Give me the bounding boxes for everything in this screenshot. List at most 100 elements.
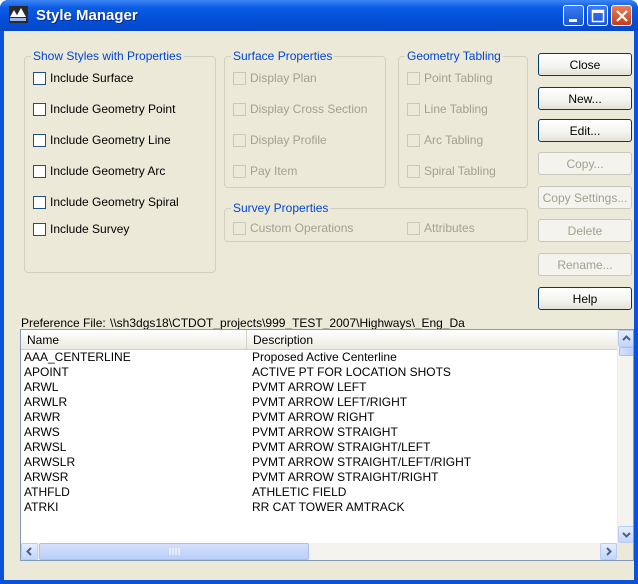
close-window-button[interactable] xyxy=(611,5,632,26)
title-bar[interactable]: Style Manager xyxy=(0,0,638,31)
include-geometry-line-checkbox[interactable]: Include Geometry Line xyxy=(33,132,171,148)
maximize-button[interactable] xyxy=(587,5,608,26)
checkbox-box[interactable] xyxy=(33,222,46,236)
column-header-description[interactable]: Description xyxy=(247,330,617,350)
checkbox-box[interactable] xyxy=(233,102,246,116)
attributes-checkbox[interactable]: Attributes xyxy=(407,220,475,236)
vertical-scroll-thumb[interactable] xyxy=(619,347,633,356)
horizontal-scrollbar[interactable] xyxy=(21,543,617,560)
include-survey-checkbox[interactable]: Include Survey xyxy=(33,221,129,237)
list-item-name: ARWSR xyxy=(24,470,69,484)
include-geometry-arc-checkbox[interactable]: Include Geometry Arc xyxy=(33,163,165,179)
list-item[interactable]: ARWSLR PVMT ARROW STRAIGHT/LEFT/RIGHT xyxy=(21,455,617,470)
help-button[interactable]: Help xyxy=(538,287,632,310)
grip-icon xyxy=(169,548,180,555)
list-item-description: ATHLETIC FIELD xyxy=(252,485,347,499)
checkbox-box[interactable] xyxy=(33,133,46,147)
dialog-body: Show Styles with Properties Include Surf… xyxy=(4,31,634,580)
checkbox-box[interactable] xyxy=(33,71,46,85)
checkbox-box[interactable] xyxy=(407,102,420,116)
scroll-left-button[interactable] xyxy=(21,543,38,560)
list-item-description: PVMT ARROW STRAIGHT xyxy=(252,425,398,439)
list-item-description: ACTIVE PT FOR LOCATION SHOTS xyxy=(252,365,451,379)
checkbox-label: Display Profile xyxy=(250,133,327,147)
geometry-tabling-group: Geometry Tabling Point Tabling Line Tabl… xyxy=(398,49,528,188)
list-item-name: ARWSL xyxy=(24,440,67,454)
delete-button[interactable]: Delete xyxy=(538,219,632,242)
close-button[interactable]: Close xyxy=(538,53,632,76)
list-item-name: ARWSLR xyxy=(24,455,76,469)
horizontal-scroll-thumb[interactable] xyxy=(39,543,309,560)
list-item[interactable]: ARWSR PVMT ARROW STRAIGHT/RIGHT xyxy=(21,470,617,485)
checkbox-box[interactable] xyxy=(407,164,420,178)
list-item-name: AAA_CENTERLINE xyxy=(24,350,131,364)
styles-list[interactable]: Name Description AAA_CENTERLINE Proposed … xyxy=(20,329,634,561)
minimize-button[interactable] xyxy=(563,5,584,26)
checkbox-box[interactable] xyxy=(407,133,420,147)
list-item-description: PVMT ARROW RIGHT xyxy=(252,410,375,424)
list-item[interactable]: APOINT ACTIVE PT FOR LOCATION SHOTS xyxy=(21,365,617,380)
checkbox-label: Include Geometry Arc xyxy=(50,164,166,178)
surface-properties-group: Surface Properties Display Plan Display … xyxy=(224,49,386,188)
vertical-scrollbar[interactable] xyxy=(617,330,633,543)
pay-item-checkbox[interactable]: Pay Item xyxy=(233,163,297,179)
point-tabling-checkbox[interactable]: Point Tabling xyxy=(407,70,493,86)
list-item[interactable]: ARWLR PVMT ARROW LEFT/RIGHT xyxy=(21,395,617,410)
list-item[interactable]: ATHFLD ATHLETIC FIELD xyxy=(21,485,617,500)
checkbox-label: Arc Tabling xyxy=(424,133,484,147)
checkbox-label: Display Cross Section xyxy=(250,102,368,116)
chevron-left-icon xyxy=(26,547,32,556)
display-profile-checkbox[interactable]: Display Profile xyxy=(233,132,327,148)
checkbox-label: Spiral Tabling xyxy=(424,164,496,178)
arc-tabling-checkbox[interactable]: Arc Tabling xyxy=(407,132,483,148)
checkbox-box[interactable] xyxy=(33,195,46,209)
checkbox-box[interactable] xyxy=(407,221,420,235)
survey-properties-legend: Survey Properties xyxy=(231,201,331,215)
scroll-right-button[interactable] xyxy=(600,543,617,560)
display-cross-section-checkbox[interactable]: Display Cross Section xyxy=(233,101,367,117)
checkbox-box[interactable] xyxy=(233,133,246,147)
list-rows: AAA_CENTERLINE Proposed Active Centerline… xyxy=(21,350,617,544)
new-button[interactable]: New... xyxy=(538,87,632,110)
edit-button[interactable]: Edit... xyxy=(538,119,632,142)
custom-operations-checkbox[interactable]: Custom Operations xyxy=(233,220,353,236)
include-geometry-point-checkbox[interactable]: Include Geometry Point xyxy=(33,101,175,117)
include-geometry-spiral-checkbox[interactable]: Include Geometry Spiral xyxy=(33,194,179,210)
list-item-description: RR CAT TOWER AMTRACK xyxy=(252,500,405,514)
scroll-down-button[interactable] xyxy=(618,526,633,543)
list-item-description: PVMT ARROW LEFT xyxy=(252,380,367,394)
checkbox-label: Include Geometry Spiral xyxy=(50,195,179,209)
copy-button[interactable]: Copy... xyxy=(538,152,632,175)
list-item[interactable]: ATRKI RR CAT TOWER AMTRACK xyxy=(21,500,617,515)
column-header-name[interactable]: Name xyxy=(21,330,247,350)
checkbox-box[interactable] xyxy=(33,164,46,178)
checkbox-box[interactable] xyxy=(233,221,246,235)
list-item[interactable]: AAA_CENTERLINE Proposed Active Centerline xyxy=(21,350,617,365)
list-item-name: ARWR xyxy=(24,410,61,424)
checkbox-label: Attributes xyxy=(424,221,475,235)
chevron-right-icon xyxy=(606,547,612,556)
scroll-up-button[interactable] xyxy=(618,330,633,347)
checkbox-box[interactable] xyxy=(33,102,46,116)
list-item-name: ARWS xyxy=(24,425,60,439)
checkbox-label: Line Tabling xyxy=(424,102,488,116)
checkbox-label: Include Geometry Line xyxy=(50,133,171,147)
spiral-tabling-checkbox[interactable]: Spiral Tabling xyxy=(407,163,496,179)
rename-button[interactable]: Rename... xyxy=(538,253,632,276)
list-item[interactable]: ARWR PVMT ARROW RIGHT xyxy=(21,410,617,425)
checkbox-label: Display Plan xyxy=(250,71,317,85)
preference-file-label: Preference File: xyxy=(21,316,106,330)
style-manager-window: Style Manager Show Styles with Propertie… xyxy=(0,0,638,584)
checkbox-box[interactable] xyxy=(233,71,246,85)
include-surface-checkbox[interactable]: Include Surface xyxy=(33,70,133,86)
line-tabling-checkbox[interactable]: Line Tabling xyxy=(407,101,488,117)
show-styles-group: Show Styles with Properties Include Surf… xyxy=(24,49,216,273)
list-item[interactable]: ARWL PVMT ARROW LEFT xyxy=(21,380,617,395)
display-plan-checkbox[interactable]: Display Plan xyxy=(233,70,317,86)
checkbox-box[interactable] xyxy=(233,164,246,178)
list-item[interactable]: ARWS PVMT ARROW STRAIGHT xyxy=(21,425,617,440)
checkbox-box[interactable] xyxy=(407,71,420,85)
checkbox-label: Point Tabling xyxy=(424,71,493,85)
list-item[interactable]: ARWSL PVMT ARROW STRAIGHT/LEFT xyxy=(21,440,617,455)
copy-settings-button[interactable]: Copy Settings... xyxy=(538,186,632,209)
